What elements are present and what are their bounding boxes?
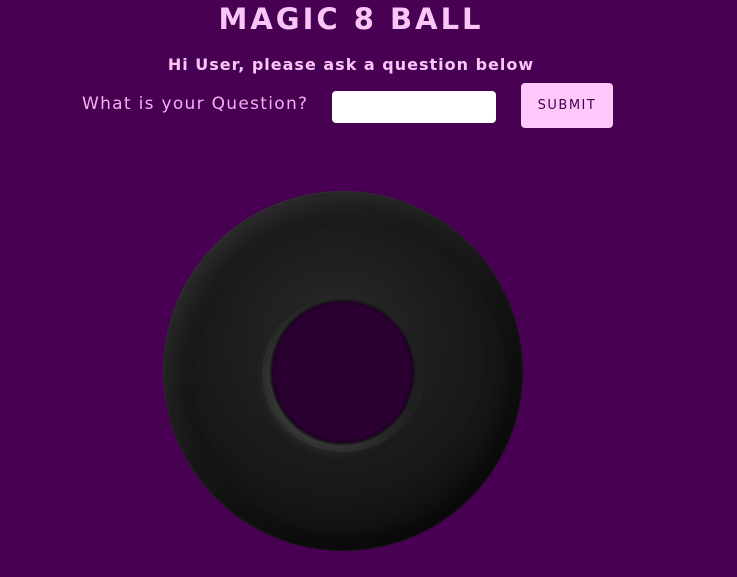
question-input[interactable] (332, 91, 496, 123)
question-label: What is your Question? (82, 94, 309, 114)
greeting-subtitle: Hi User, please ask a question below (167, 55, 535, 74)
answer-window (272, 301, 414, 443)
page-title: MAGIC 8 BALL (218, 2, 484, 36)
submit-button[interactable]: SUBMIT (521, 83, 613, 128)
